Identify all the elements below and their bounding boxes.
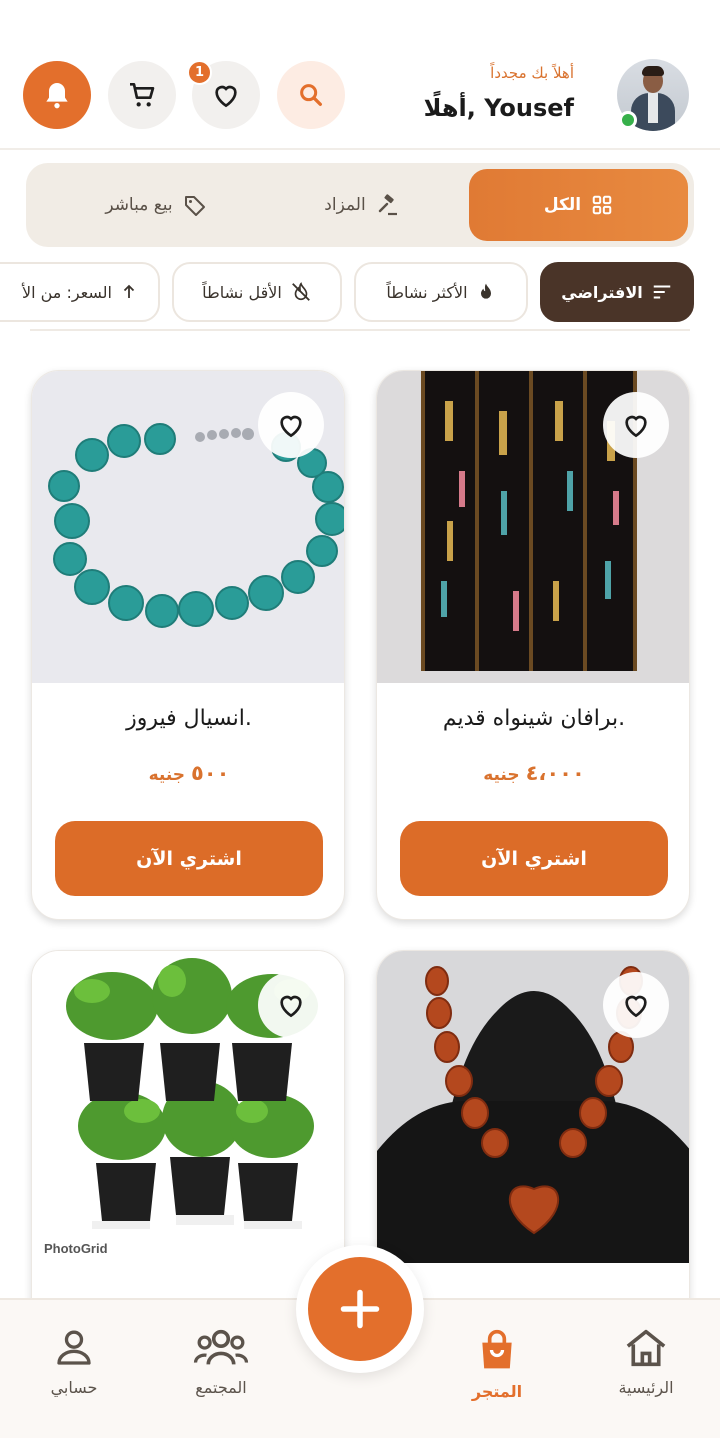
filter-price-label: السعر: من الأ <box>21 282 112 302</box>
nav-account-label: حسابي <box>50 1378 98 1397</box>
listing-type-tabs: الكل المزاد بيع مباشر <box>26 163 694 247</box>
heart-icon <box>625 995 647 1018</box>
price-amount: ٤،٠٠٠ <box>525 761 585 785</box>
online-status-dot <box>619 111 637 129</box>
cart-button[interactable] <box>108 61 176 129</box>
app-header: أهلاً بك مجدداً أهلًا, Yousef 1 <box>0 0 720 150</box>
arrow-up-icon <box>123 284 135 298</box>
nav-home[interactable]: الرئيسية <box>586 1328 706 1397</box>
cart-icon <box>130 83 155 107</box>
grid-icon <box>592 195 612 215</box>
home-icon <box>626 1329 666 1367</box>
tab-direct-sale-label: بيع مباشر <box>105 195 173 215</box>
filter-most-active-label: الأكثر نشاطاً <box>386 282 468 302</box>
favorite-toggle[interactable] <box>603 972 669 1038</box>
notifications-button[interactable] <box>23 61 91 129</box>
heart-icon <box>280 415 302 438</box>
bell-icon <box>46 83 68 109</box>
product-price: ٤،٠٠٠ جنيه <box>377 761 689 785</box>
favorite-toggle[interactable] <box>603 392 669 458</box>
community-icon <box>193 1329 249 1365</box>
product-card[interactable]: برافان شينواه قديم. ٤،٠٠٠ جنيه اشتري الآ… <box>376 370 690 920</box>
price-amount: ٥٠٠ <box>190 761 230 785</box>
sort-filter-bar: الافتراضي الأكثر نشاطاً الأقل نشاطاً الس… <box>0 262 720 322</box>
photogrid-caption: PhotoGrid <box>44 1241 108 1256</box>
nav-community-label: المجتمع <box>195 1378 247 1397</box>
shopping-bag-icon <box>482 1329 512 1369</box>
filter-most-active[interactable]: الأكثر نشاطاً <box>354 262 528 322</box>
flame-icon <box>480 283 491 299</box>
buy-now-button[interactable]: اشتري الآن <box>55 821 323 896</box>
tab-all-label: الكل <box>543 195 582 215</box>
flame-off-icon <box>291 282 310 301</box>
search-button[interactable] <box>277 61 345 129</box>
product-title: انسيال فيروز. <box>126 706 252 731</box>
sort-icon <box>653 285 670 299</box>
search-icon <box>300 84 322 106</box>
filter-least-active[interactable]: الأقل نشاطاً <box>172 262 342 322</box>
gavel-icon <box>378 194 397 216</box>
filter-price[interactable]: السعر: من الأ <box>0 262 160 322</box>
heart-icon <box>215 85 237 108</box>
user-icon <box>57 1330 91 1365</box>
tab-all[interactable]: الكل <box>469 169 688 241</box>
price-currency: جنيه <box>148 765 186 785</box>
tab-auction[interactable]: المزاد <box>262 169 462 241</box>
filter-least-active-label: الأقل نشاطاً <box>202 282 282 302</box>
price-currency: جنيه <box>483 765 520 785</box>
user-greeting: أهلًا, Yousef <box>423 94 574 122</box>
product-card[interactable]: انسيال فيروز. ٥٠٠ جنيه اشتري الآن <box>31 370 345 920</box>
plus-icon <box>340 1289 380 1329</box>
favorite-toggle[interactable] <box>258 392 324 458</box>
welcome-back-text: أهلاً بك مجدداً <box>490 64 574 82</box>
tab-direct-sale[interactable]: بيع مباشر <box>56 169 256 241</box>
product-price: ٥٠٠ جنيه <box>32 761 344 785</box>
product-title: برافان شينواه قديم. <box>442 706 626 731</box>
add-listing-button[interactable] <box>308 1257 412 1361</box>
nav-store[interactable]: المتجر <box>437 1328 557 1401</box>
filter-default[interactable]: الافتراضي <box>540 262 694 322</box>
tag-icon <box>184 196 205 216</box>
nav-home-label: الرئيسية <box>618 1378 674 1397</box>
favorite-toggle[interactable] <box>258 972 324 1038</box>
favorites-count-badge: 1 <box>187 60 212 85</box>
nav-community[interactable]: المجتمع <box>161 1328 281 1397</box>
tab-auction-label: المزاد <box>324 195 366 215</box>
section-divider <box>30 329 690 331</box>
buy-now-button[interactable]: اشتري الآن <box>400 821 668 896</box>
nav-account[interactable]: حسابي <box>14 1328 134 1397</box>
nav-store-label: المتجر <box>471 1382 523 1401</box>
heart-icon <box>280 995 302 1018</box>
filter-default-label: الافتراضي <box>561 282 643 302</box>
heart-icon <box>625 415 647 438</box>
